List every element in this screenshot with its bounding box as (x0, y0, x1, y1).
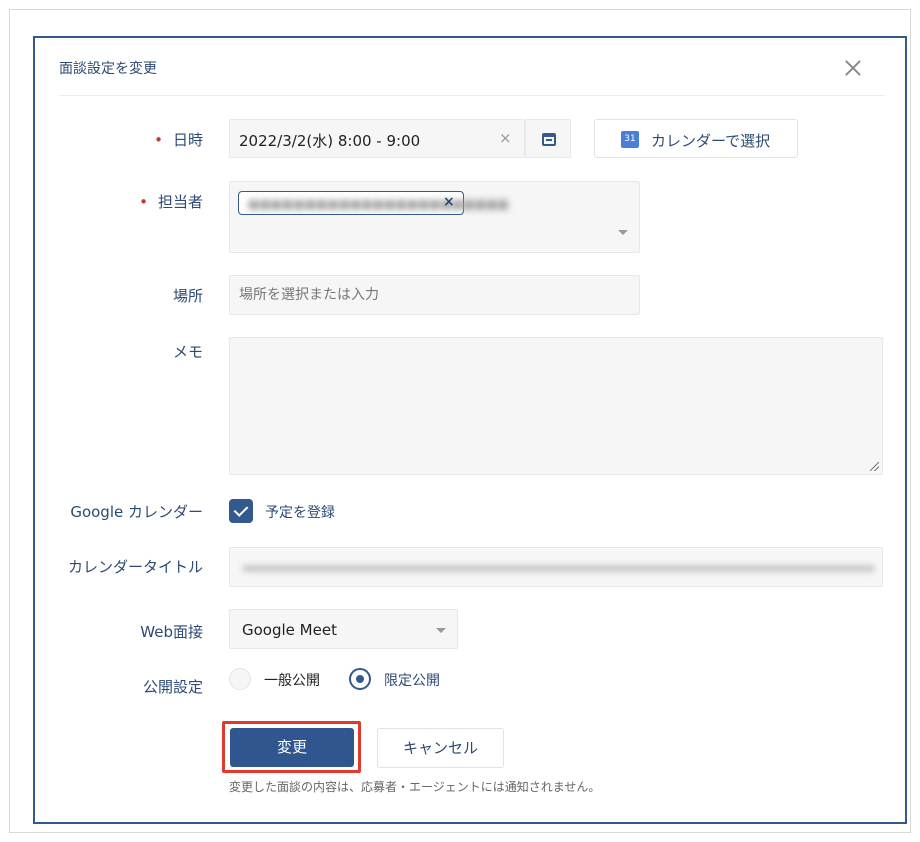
chevron-down-icon (436, 628, 446, 633)
staff-label: • 担当者 (139, 191, 203, 212)
radio-limited[interactable] (349, 668, 371, 690)
radio-limited-label[interactable]: 限定公開 (384, 670, 440, 690)
close-icon[interactable] (841, 56, 865, 80)
submit-button[interactable]: 変更 (230, 728, 354, 767)
staff-chip: ■■■■■■■■■■■■■■■■■■■■■■■ × (238, 191, 509, 215)
place-field[interactable] (229, 275, 640, 315)
redacted-title-text (242, 565, 875, 572)
page-frame: 面談設定を変更 • 日時 2022/3/2(水) 8:00 - 9:00 × 31… (9, 9, 911, 833)
google-calendar-icon: 31 (621, 131, 639, 148)
memo-textarea[interactable] (230, 338, 882, 474)
datetime-clear-icon[interactable]: × (499, 129, 512, 147)
datetime-label: • 日時 (154, 129, 203, 150)
place-input[interactable] (230, 276, 639, 314)
calendar-icon (542, 133, 556, 146)
staff-multiselect[interactable]: ■■■■■■■■■■■■■■■■■■■■■■■ × (229, 181, 640, 253)
staff-label-text: 担当者 (157, 193, 203, 211)
radio-public-label[interactable]: 一般公開 (264, 670, 320, 690)
chip-remove-icon[interactable]: × (443, 194, 455, 210)
chevron-down-icon[interactable] (618, 230, 628, 235)
cancel-button[interactable]: キャンセル (377, 728, 504, 768)
register-event-checkbox[interactable] (229, 499, 253, 523)
select-from-calendar-label: カレンダーで選択 (651, 132, 771, 150)
web-interview-select[interactable]: Google Meet (229, 609, 458, 649)
datetime-input[interactable]: 2022/3/2(水) 8:00 - 9:00 × (229, 119, 525, 158)
radio-public[interactable] (229, 668, 251, 690)
datetime-value: 2022/3/2(水) 8:00 - 9:00 (239, 132, 421, 150)
calendar-title-label: カレンダータイトル (67, 558, 203, 576)
datetime-label-text: 日時 (172, 131, 203, 149)
web-interview-label: Web面接 (140, 623, 203, 641)
visibility-label: 公開設定 (142, 678, 203, 696)
web-interview-value: Google Meet (242, 621, 337, 639)
edit-interview-dialog: 面談設定を変更 • 日時 2022/3/2(水) 8:00 - 9:00 × 31… (33, 36, 907, 824)
dialog-title: 面談設定を変更 (59, 61, 157, 77)
select-from-calendar-button[interactable]: 31 カレンダーで選択 (594, 119, 798, 158)
memo-label: メモ (172, 343, 203, 361)
register-event-label[interactable]: 予定を登録 (265, 502, 335, 522)
notification-note: 変更した面談の内容は、応募者・エージェントには通知されません。 (229, 780, 601, 794)
resize-handle-icon[interactable] (870, 462, 879, 471)
google-calendar-label: Google カレンダー (70, 503, 203, 521)
datetime-picker-button[interactable] (525, 119, 571, 158)
calendar-title-input[interactable] (229, 547, 883, 587)
required-mark: • (139, 193, 148, 211)
staff-chip-name: ■■■■■■■■■■■■■■■■■■■■■■■ (248, 197, 509, 211)
memo-field[interactable] (229, 337, 883, 475)
required-mark: • (154, 131, 163, 149)
header-divider (59, 95, 885, 96)
place-label: 場所 (172, 287, 203, 305)
